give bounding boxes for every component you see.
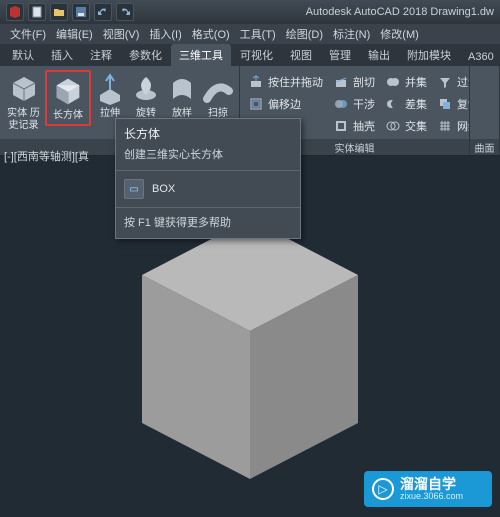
interfere-icon — [333, 96, 349, 112]
intersect-button[interactable]: 交集 — [381, 116, 431, 136]
tooltip-command: BOX — [152, 183, 175, 195]
revolve-button[interactable]: 旋转 — [129, 70, 163, 120]
quick-access-toolbar: Autodesk AutoCAD 2018 Drawing1.dw — [0, 0, 500, 24]
offsetedge-icon — [248, 96, 264, 112]
menu-file[interactable]: 文件(F) — [6, 25, 50, 43]
tab-parametric[interactable]: 参数化 — [121, 44, 170, 66]
viewport-label[interactable]: [-][西南等轴测][真 — [4, 148, 89, 164]
intersect-icon — [385, 118, 401, 134]
presspull-button[interactable]: 按住并拖动 — [244, 72, 327, 92]
network-button[interactable]: 网络 — [433, 116, 469, 136]
tab-output[interactable]: 输出 — [360, 44, 398, 66]
menu-tools[interactable]: 工具(T) — [236, 25, 280, 43]
shell-icon — [333, 118, 349, 134]
cube-model — [120, 201, 380, 481]
tooltip-help: 按 F1 键获得更多帮助 — [116, 210, 300, 238]
loft-button[interactable]: 放样 — [165, 70, 199, 120]
subtract-button[interactable]: 差集 — [381, 94, 431, 114]
tab-annotate[interactable]: 注释 — [82, 44, 120, 66]
menu-dim[interactable]: 标注(N) — [329, 25, 374, 43]
divider — [116, 207, 300, 208]
filter-button[interactable]: 过滤 — [433, 72, 469, 92]
tooltip-desc: 创建三维实心长方体 — [116, 146, 300, 168]
play-icon: ▷ — [372, 478, 394, 500]
menu-edit[interactable]: 编辑(E) — [52, 25, 97, 43]
undo-icon[interactable] — [94, 3, 112, 21]
tab-addons[interactable]: 附加模块 — [399, 44, 459, 66]
solid-history-label: 实体 历史记录 — [4, 108, 43, 132]
box-label: 长方体 — [53, 110, 83, 122]
union-button[interactable]: 并集 — [381, 72, 431, 92]
tab-default[interactable]: 默认 — [4, 44, 42, 66]
filter-icon — [437, 74, 453, 90]
app-title: Autodesk AutoCAD 2018 Drawing1.dw — [306, 6, 494, 18]
tab-a360[interactable]: A360 — [460, 48, 500, 66]
box-button-highlight: 长方体 — [45, 70, 91, 126]
tooltip-title: 长方体 — [116, 119, 300, 146]
network-icon — [437, 118, 453, 134]
tab-visualize[interactable]: 可视化 — [232, 44, 281, 66]
sweep-icon — [200, 70, 236, 106]
ribbon-tabs: 默认 插入 注释 参数化 三维工具 可视化 视图 管理 输出 附加模块 A360… — [0, 44, 500, 66]
offsetedge-button[interactable]: 偏移边 — [244, 94, 327, 114]
sweep-button[interactable]: 扫掠 — [201, 70, 235, 120]
interfere-button[interactable]: 干涉 — [329, 94, 379, 114]
menu-view[interactable]: 视图(V) — [99, 25, 144, 43]
subtract-icon — [385, 96, 401, 112]
revolve-icon — [128, 70, 164, 106]
tab-view[interactable]: 视图 — [282, 44, 320, 66]
solid-history-icon — [6, 70, 42, 106]
copy-button[interactable]: 复制 — [433, 94, 469, 114]
menu-modify[interactable]: 修改(M) — [376, 25, 423, 43]
shell-button[interactable]: 抽壳 — [329, 116, 379, 136]
panel-surface: 曲面 — [470, 66, 500, 155]
presspull-icon — [248, 74, 264, 90]
save-icon[interactable] — [72, 3, 90, 21]
tab-insert[interactable]: 插入 — [43, 44, 81, 66]
watermark: ▷ 溜溜自学 zixue.3066.com — [364, 471, 492, 507]
extrude-button[interactable]: 拉伸 — [93, 70, 127, 120]
menu-insert[interactable]: 插入(I) — [145, 25, 185, 43]
new-icon[interactable] — [28, 3, 46, 21]
command-icon: ▭ — [124, 179, 144, 199]
tab-manage[interactable]: 管理 — [321, 44, 359, 66]
watermark-brand: 溜溜自学 — [400, 477, 463, 491]
watermark-url: zixue.3066.com — [400, 491, 463, 501]
box-button[interactable]: 长方体 — [48, 72, 88, 122]
box-icon — [50, 72, 86, 108]
menu-bar: 文件(F) 编辑(E) 视图(V) 插入(I) 格式(O) 工具(T) 绘图(D… — [0, 24, 500, 44]
loft-icon — [164, 70, 200, 106]
redo-icon[interactable] — [116, 3, 134, 21]
slice-button[interactable]: 剖切 — [329, 72, 379, 92]
slice-icon — [333, 74, 349, 90]
divider — [116, 170, 300, 171]
copy-icon — [437, 96, 453, 112]
open-icon[interactable] — [50, 3, 68, 21]
panel-surface-label: 曲面 — [470, 139, 499, 155]
tooltip-box: 长方体 创建三维实心长方体 ▭ BOX 按 F1 键获得更多帮助 — [115, 118, 301, 239]
solid-history-button[interactable]: 实体 历史记录 — [4, 70, 43, 132]
menu-draw[interactable]: 绘图(D) — [282, 25, 327, 43]
app-menu-button[interactable] — [6, 3, 24, 21]
extrude-icon — [92, 70, 128, 106]
menu-format[interactable]: 格式(O) — [188, 25, 234, 43]
tab-3dtools[interactable]: 三维工具 — [171, 44, 231, 66]
union-icon — [385, 74, 401, 90]
